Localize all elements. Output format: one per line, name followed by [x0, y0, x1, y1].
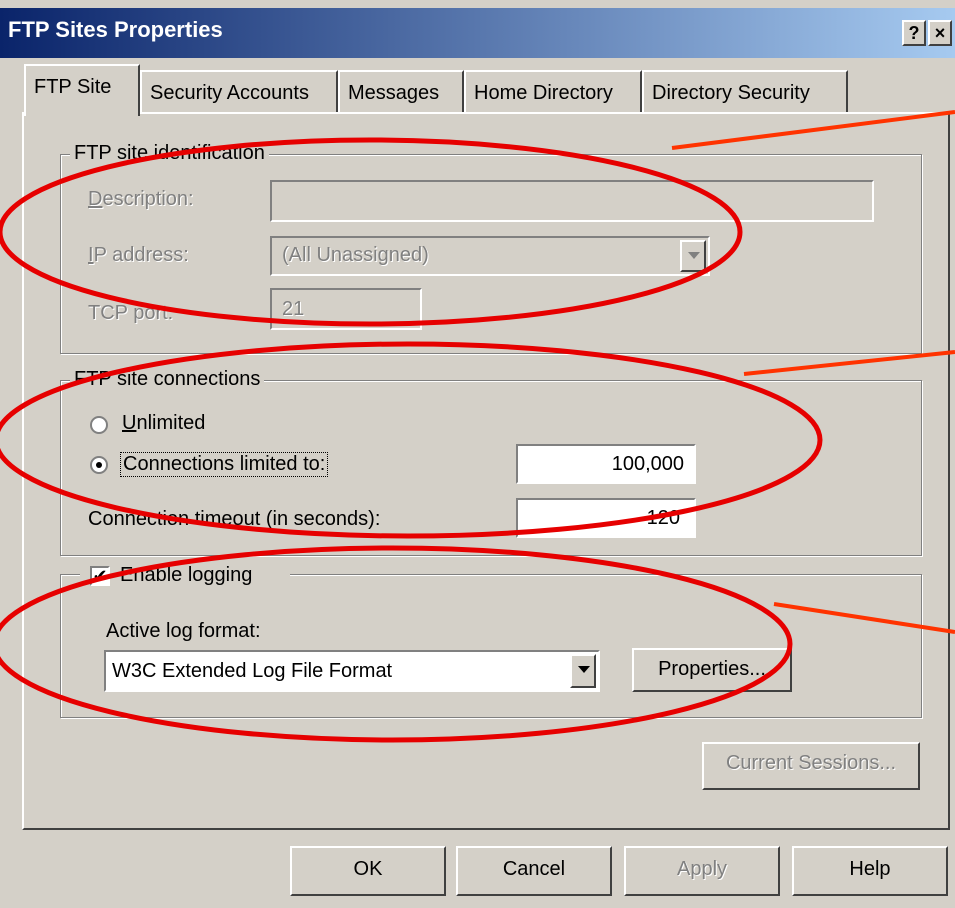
annotation-pointer-1	[671, 110, 955, 150]
annotation-ellipse-logging	[0, 545, 793, 743]
annotation-pointer-2	[743, 350, 955, 376]
annotation-ellipse-connections	[0, 341, 823, 539]
dialog-window: FTP Sites Properties ? × FTP Site Securi…	[0, 0, 955, 908]
annotation-pointer-3	[773, 602, 955, 634]
annotation-ellipse-identification	[0, 137, 743, 327]
tab-ftp-site[interactable]: FTP Site	[24, 64, 140, 116]
annotation-overlay	[0, 110, 955, 743]
